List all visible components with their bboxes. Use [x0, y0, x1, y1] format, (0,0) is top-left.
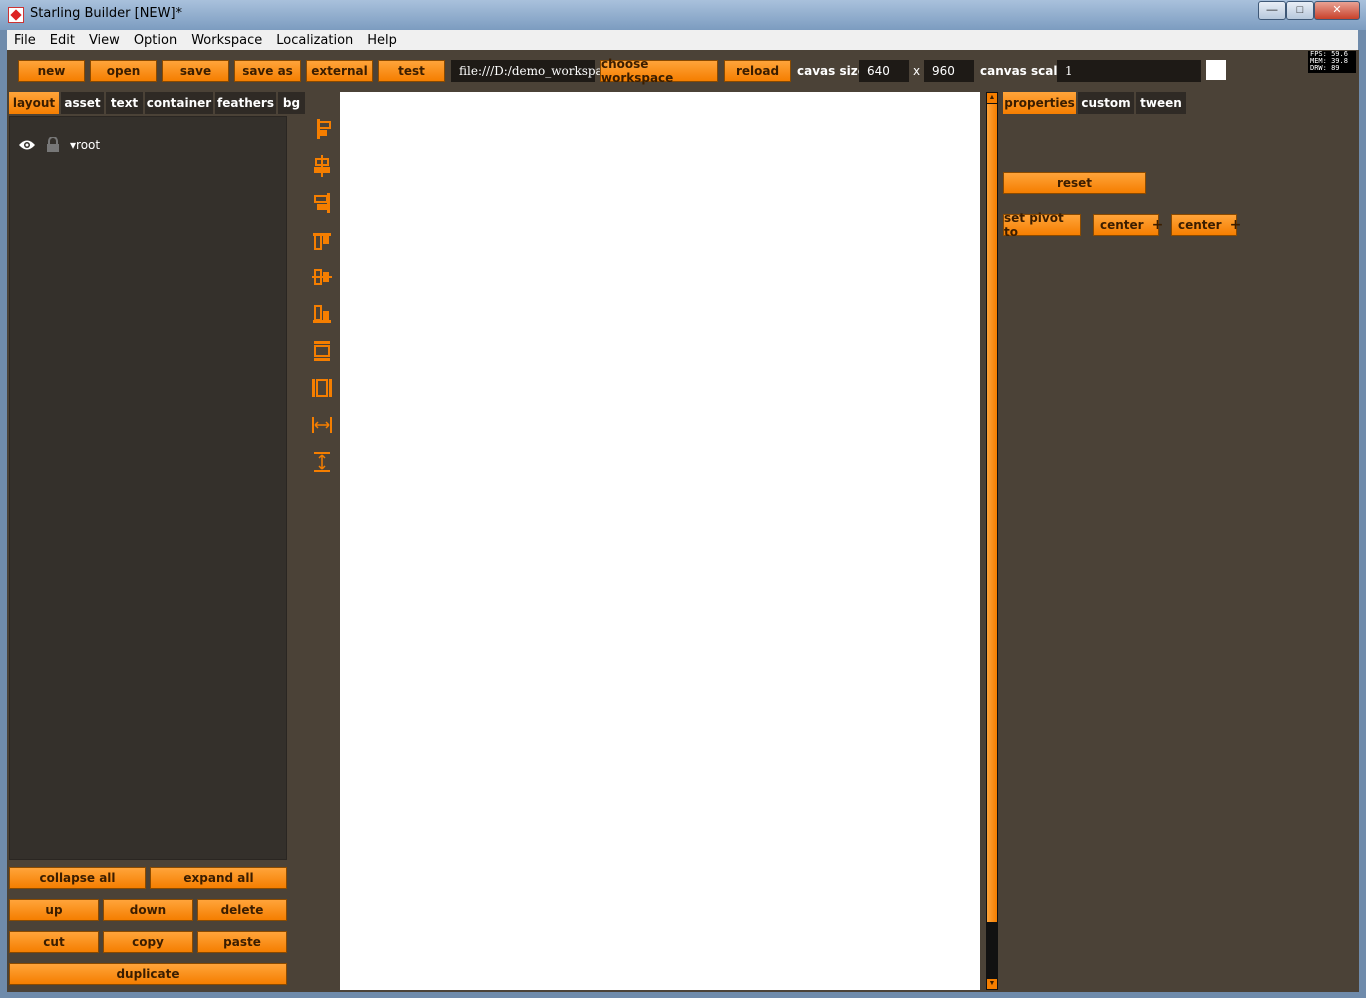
distribute-horizontal-icon[interactable] [309, 375, 335, 401]
scrollbar-thumb[interactable] [987, 104, 997, 922]
new-button[interactable]: new [18, 60, 85, 82]
client-area: new open save save as external test file… [7, 50, 1359, 992]
pivot-x-value: center [1100, 218, 1144, 232]
scroll-down-icon[interactable]: ▼ [987, 979, 997, 989]
design-canvas[interactable] [340, 92, 980, 990]
app-window: Starling Builder [NEW]* — □ ✕ File Edit … [0, 0, 1366, 998]
eye-icon[interactable] [18, 139, 36, 151]
layout-tree-panel: ▾root [9, 116, 287, 860]
copy-button[interactable]: copy [103, 931, 193, 953]
space-vertical-icon[interactable] [309, 449, 335, 475]
plus-icon: + [1151, 217, 1164, 233]
save-button[interactable]: save [162, 60, 229, 82]
title-bar: Starling Builder [NEW]* — □ ✕ [0, 0, 1366, 30]
save-as-button[interactable]: save as [234, 60, 301, 82]
canvas-height-input[interactable]: 960 [924, 60, 974, 82]
open-button[interactable]: open [90, 60, 157, 82]
menu-file[interactable]: File [7, 33, 43, 48]
lock-icon[interactable] [46, 137, 60, 153]
pivot-x-dropdown[interactable]: center + [1093, 214, 1163, 236]
align-right-icon[interactable] [309, 190, 335, 216]
choose-workspace-button[interactable]: choose workspace [600, 57, 718, 85]
background-color-swatch[interactable] [1206, 60, 1226, 80]
tab-tween[interactable]: tween [1136, 92, 1187, 114]
close-button[interactable]: ✕ [1314, 1, 1360, 20]
down-button[interactable]: down [103, 899, 193, 921]
window-title: Starling Builder [NEW]* [30, 6, 183, 21]
menu-help[interactable]: Help [360, 33, 404, 48]
maximize-button[interactable]: □ [1286, 1, 1314, 20]
tab-text[interactable]: text [106, 92, 144, 114]
canvas-scale-input[interactable]: 1 [1057, 60, 1201, 82]
menu-localization[interactable]: Localization [269, 33, 360, 48]
duplicate-button[interactable]: duplicate [9, 963, 287, 985]
tab-container[interactable]: container [145, 92, 214, 114]
stats-overlay: FPS: 59.6 MEM: 39.8 DRW: 89 [1308, 51, 1356, 73]
menu-bar: File Edit View Option Workspace Localiza… [7, 30, 1358, 50]
canvas-size-separator: x [913, 64, 921, 78]
drw-readout: DRW: 89 [1310, 64, 1340, 72]
align-bottom-icon[interactable] [309, 301, 335, 327]
tab-layout[interactable]: layout [9, 92, 60, 114]
app-logo-icon [8, 7, 24, 23]
test-button[interactable]: test [378, 60, 445, 82]
align-left-icon[interactable] [309, 116, 335, 142]
plus-icon: + [1229, 217, 1242, 233]
space-horizontal-icon[interactable] [309, 412, 335, 438]
expand-all-button[interactable]: expand all [150, 867, 287, 889]
tree-node-label: ▾root [70, 138, 101, 152]
workspace-path-field[interactable]: file:///D:/demo_workspa [451, 60, 603, 82]
up-button[interactable]: up [9, 899, 99, 921]
tree-node-root[interactable]: ▾root [18, 137, 100, 153]
minimize-button[interactable]: — [1258, 1, 1286, 20]
pivot-y-value: center [1178, 218, 1222, 232]
set-pivot-button[interactable]: set pivot to [1003, 211, 1081, 239]
cut-button[interactable]: cut [9, 931, 99, 953]
scroll-up-icon[interactable]: ▲ [987, 93, 997, 103]
tab-feathers[interactable]: feathers [215, 92, 277, 114]
distribute-vertical-icon[interactable] [309, 338, 335, 364]
tab-asset[interactable]: asset [61, 92, 105, 114]
menu-option[interactable]: Option [127, 33, 184, 48]
tab-properties[interactable]: properties [1003, 92, 1077, 114]
menu-view[interactable]: View [82, 33, 127, 48]
align-center-vertical-icon[interactable] [309, 264, 335, 290]
menu-edit[interactable]: Edit [43, 33, 82, 48]
canvas-width-input[interactable]: 640 [859, 60, 909, 82]
align-top-icon[interactable] [309, 227, 335, 253]
menu-workspace[interactable]: Workspace [184, 33, 269, 48]
tab-custom[interactable]: custom [1078, 92, 1135, 114]
delete-button[interactable]: delete [197, 899, 287, 921]
pivot-y-dropdown[interactable]: center + [1171, 214, 1241, 236]
paste-button[interactable]: paste [197, 931, 287, 953]
align-center-horizontal-icon[interactable] [309, 153, 335, 179]
tab-bg[interactable]: bg [278, 92, 306, 114]
canvas-vertical-scrollbar[interactable]: ▲ ▼ [986, 92, 998, 990]
collapse-all-button[interactable]: collapse all [9, 867, 146, 889]
reset-button[interactable]: reset [1003, 172, 1146, 194]
reload-button[interactable]: reload [724, 60, 791, 82]
external-button[interactable]: external [306, 60, 373, 82]
